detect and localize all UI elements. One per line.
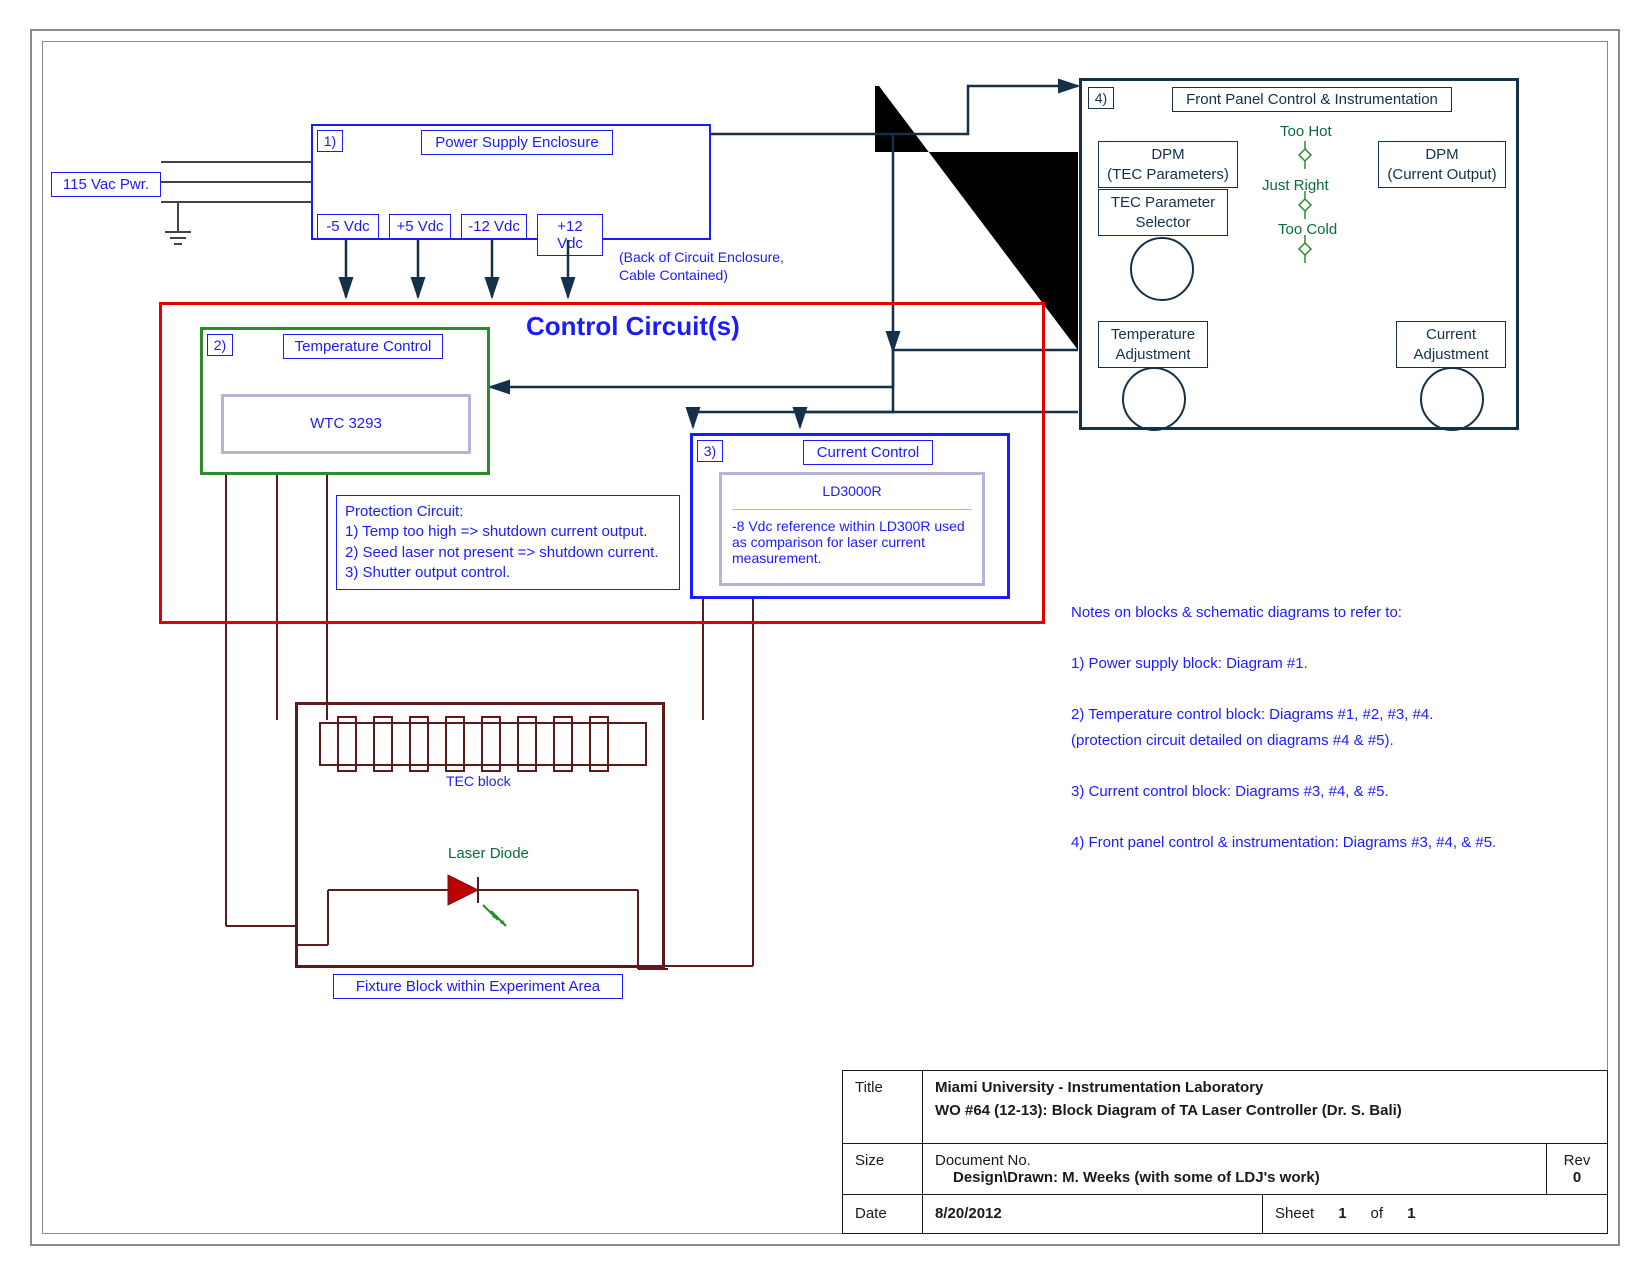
dpm-tec-label: DPM (TEC Parameters) [1098, 141, 1238, 188]
outer-frame: 115 Vac Pwr. 1) Power Supply Enclosure -… [30, 29, 1620, 1246]
rev-val: 0 [1559, 1169, 1595, 1186]
input-power-label: 115 Vac Pwr. [51, 172, 161, 197]
page: 115 Vac Pwr. 1) Power Supply Enclosure -… [0, 0, 1650, 1275]
notes-2b: (protection circuit detailed on diagrams… [1071, 728, 1571, 754]
title-block: Title Miami University - Instrumentation… [842, 1070, 1608, 1234]
sheet-cur: 1 [1338, 1203, 1346, 1225]
temp-adj-label: Temperature Adjustment [1098, 321, 1208, 368]
protection-title: Protection Circuit: [345, 502, 671, 522]
tec-graphic [298, 705, 668, 971]
notes-block: Notes on blocks & schematic diagrams to … [1071, 600, 1571, 855]
front-panel-title: Front Panel Control & Instrumentation [1172, 87, 1452, 112]
ld-chip-note: -8 Vdc reference within LD300R used as c… [732, 509, 972, 566]
block-num-2: 2) [207, 334, 233, 356]
date-hdr: Date [843, 1195, 923, 1233]
doc-val: Design\Drawn: M. Weeks (with some of LDJ… [935, 1169, 1534, 1186]
notes-heading: Notes on blocks & schematic diagrams to … [1071, 600, 1571, 626]
power-supply-block: 1) Power Supply Enclosure -5 Vdc +5 Vdc … [311, 124, 711, 240]
wtc-chip: WTC 3293 [221, 394, 471, 454]
temp-control-block: 2) Temperature Control WTC 3293 [200, 327, 490, 475]
notes-2: 2) Temperature control block: Diagrams #… [1071, 702, 1571, 728]
block-num-1: 1) [317, 130, 343, 152]
protection-3: 3) Shutter output control. [345, 563, 671, 583]
current-adj-label: Current Adjustment [1396, 321, 1506, 368]
current-control-title: Current Control [803, 440, 933, 465]
ps-out-0: -5 Vdc [317, 214, 379, 239]
title-l2: WO #64 (12-13): Block Diagram of TA Lase… [935, 1102, 1595, 1119]
notes-3: 3) Current control block: Diagrams #3, #… [1071, 779, 1571, 805]
temp-control-title: Temperature Control [283, 334, 443, 359]
protection-note: Protection Circuit: 1) Temp too high => … [336, 495, 680, 590]
ps-out-3: +12 Vdc [537, 214, 603, 256]
title-l1: Miami University - Instrumentation Labor… [935, 1079, 1595, 1096]
temp-adj-knob [1122, 367, 1186, 431]
tec-selector-label: TEC Parameter Selector [1098, 189, 1228, 236]
ps-out-2: -12 Vdc [461, 214, 527, 239]
fixture-block: TEC block Laser Diode [295, 702, 665, 968]
current-adj-knob [1420, 367, 1484, 431]
protection-1: 1) Temp too high => shutdown current out… [345, 522, 671, 542]
doc-hdr: Document No. [935, 1152, 1534, 1169]
size-hdr: Size [843, 1144, 923, 1194]
dpm-current-label: DPM (Current Output) [1378, 141, 1506, 188]
laser-diode-label: Laser Diode [448, 845, 529, 862]
ld-chip: LD3000R -8 Vdc reference within LD300R u… [719, 472, 985, 586]
sheet-of: of [1371, 1203, 1384, 1225]
sheet-hdr: Sheet [1275, 1203, 1314, 1225]
front-panel-block: 4) Front Panel Control & Instrumentation… [1079, 78, 1519, 430]
inner-frame: 115 Vac Pwr. 1) Power Supply Enclosure -… [42, 41, 1608, 1234]
protection-2: 2) Seed laser not present => shutdown cu… [345, 543, 671, 563]
just-right-label: Just Right [1262, 177, 1329, 194]
block-num-4: 4) [1088, 87, 1114, 109]
tec-label: TEC block [446, 773, 511, 789]
control-circuits-block: Control Circuit(s) 2) Temperature Contro… [159, 302, 1045, 624]
title-hdr: Title [843, 1071, 923, 1143]
date-val: 8/20/2012 [923, 1195, 1263, 1233]
current-control-block: 3) Current Control LD3000R -8 Vdc refere… [690, 433, 1010, 599]
sheet-tot: 1 [1407, 1203, 1415, 1225]
block-num-3: 3) [697, 440, 723, 462]
fixture-title: Fixture Block within Experiment Area [333, 974, 623, 999]
too-cold-label: Too Cold [1278, 221, 1337, 238]
ld-chip-name: LD3000R [732, 483, 972, 499]
control-circuits-title: Control Circuit(s) [526, 311, 740, 342]
rev-hdr: Rev [1559, 1152, 1595, 1169]
power-supply-title: Power Supply Enclosure [421, 130, 613, 155]
ps-out-1: +5 Vdc [389, 214, 451, 239]
notes-4: 4) Front panel control & instrumentation… [1071, 830, 1571, 856]
too-hot-label: Too Hot [1280, 123, 1332, 140]
cable-note: (Back of Circuit Enclosure, Cable Contai… [619, 248, 784, 284]
selector-knob [1130, 237, 1194, 301]
notes-1: 1) Power supply block: Diagram #1. [1071, 651, 1571, 677]
fixture-internal-wires [298, 705, 668, 971]
